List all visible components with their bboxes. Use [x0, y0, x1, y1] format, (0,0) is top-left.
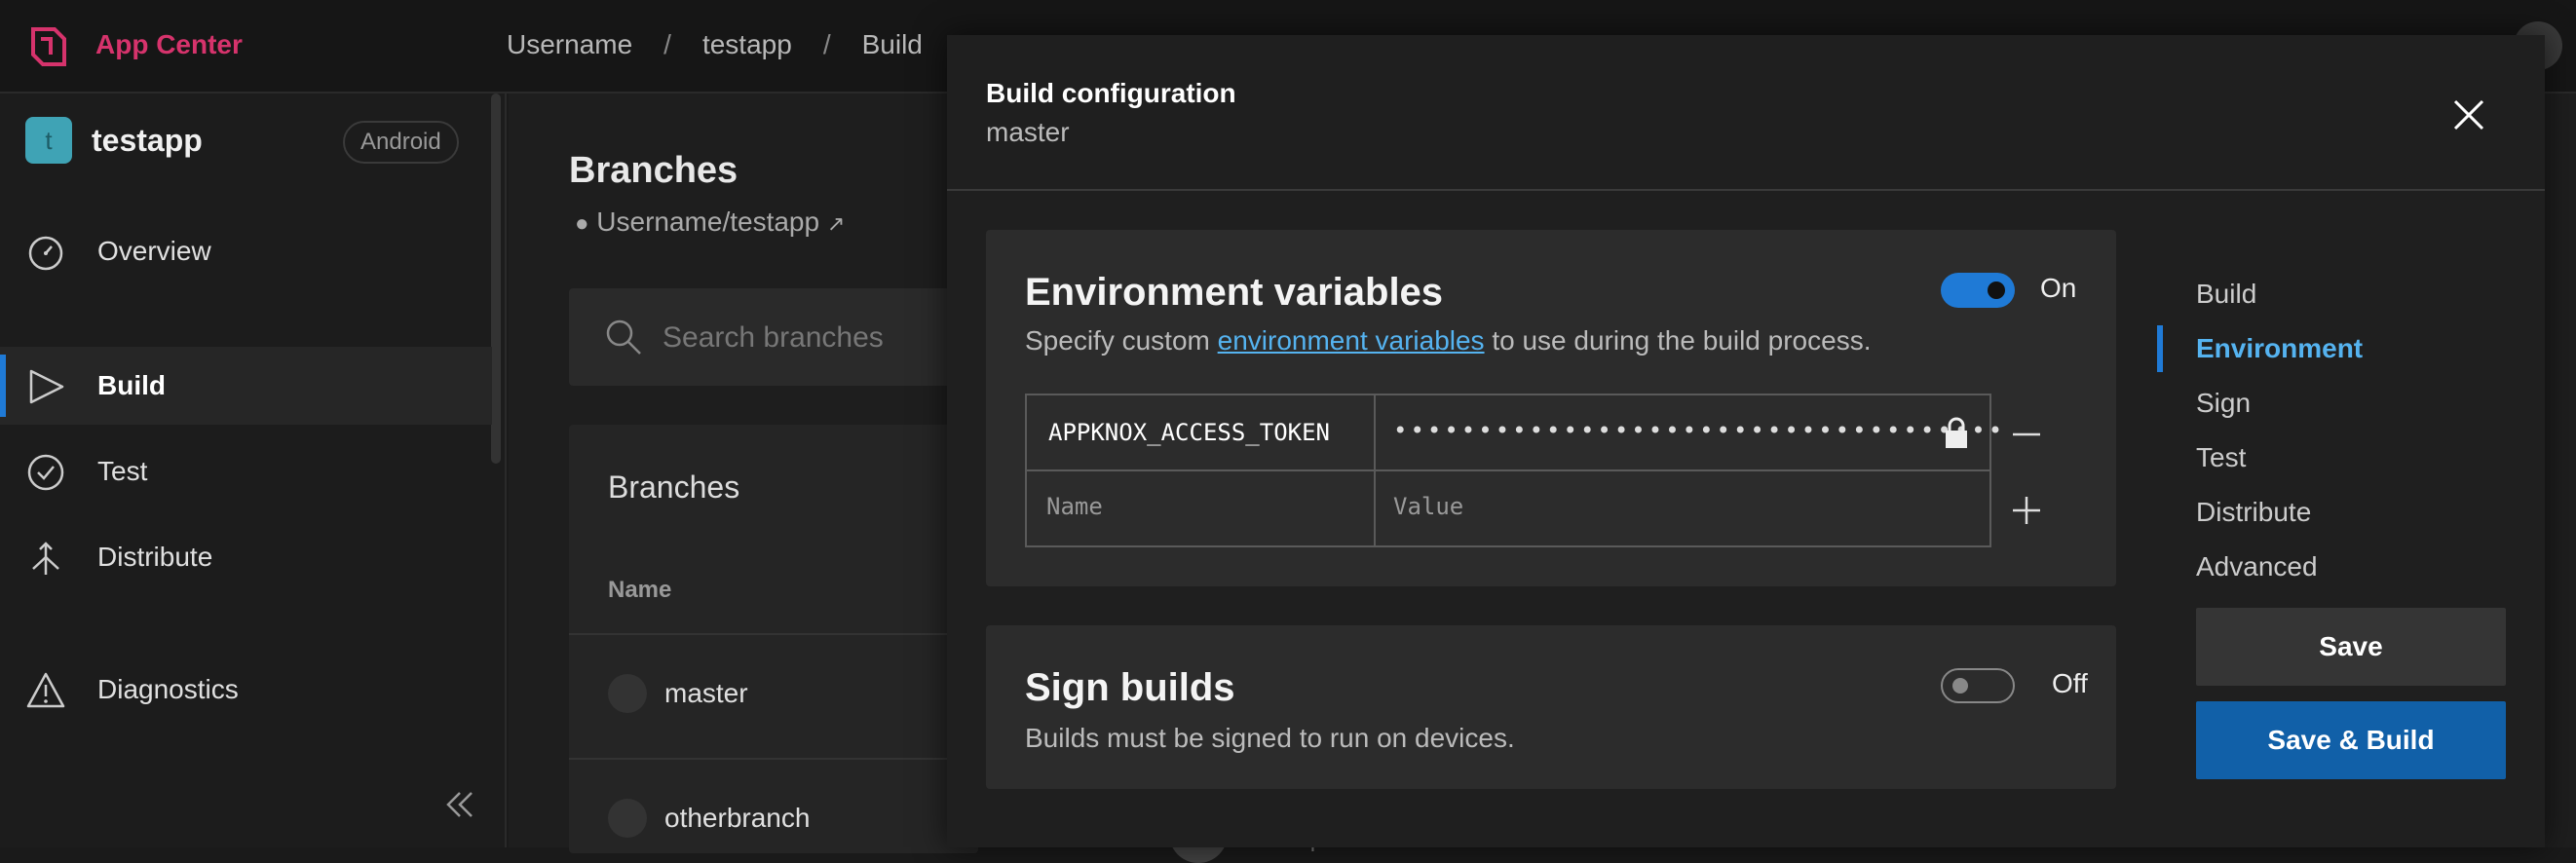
environment-variables-card: Environment variables On Specify custom … [986, 230, 2116, 586]
nav-distribute[interactable]: Distribute [2196, 497, 2311, 528]
external-link-icon: ↗ [826, 211, 846, 236]
sidebar-item-test[interactable]: Test [0, 432, 492, 510]
nav-environment[interactable]: Environment [2196, 333, 2363, 364]
env-variables-table: APPKNOX_ACCESS_TOKEN •••••••••••••••••••… [1025, 394, 2002, 547]
branch-name: master [664, 678, 748, 708]
sidebar-item-label: Build [97, 370, 166, 400]
branches-heading: Branches [608, 469, 740, 505]
sign-builds-toggle[interactable] [1941, 668, 2015, 703]
remove-variable-icon[interactable] [2007, 415, 2046, 454]
breadcrumb-username[interactable]: Username [507, 29, 632, 60]
environment-toggle-label: On [2040, 273, 2077, 303]
breadcrumb-separator: / [663, 29, 671, 59]
close-icon[interactable] [2447, 94, 2490, 136]
sidebar-item-label: Distribute [97, 542, 213, 572]
build-configuration-panel: Build configuration master Environment v… [947, 35, 2545, 847]
column-header-name[interactable]: Name [608, 577, 671, 604]
branch-row[interactable]: otherbranch [608, 799, 810, 838]
save-button[interactable]: Save [2196, 608, 2506, 686]
sidebar-item-label: Overview [97, 236, 211, 266]
toggle-knob [1952, 678, 1968, 694]
sidebar-item-label: Test [97, 456, 148, 486]
app-avatar: t [25, 117, 72, 164]
sidebar-item-build[interactable]: Build [0, 347, 492, 425]
branch-name: otherbranch [664, 803, 811, 833]
sign-builds-description: Builds must be signed to run on devices. [1025, 723, 1515, 753]
save-and-build-button[interactable]: Save & Build [2196, 701, 2506, 779]
nav-test[interactable]: Test [2196, 442, 2246, 473]
sidebar-item-distribute[interactable]: Distribute [0, 518, 492, 596]
sign-builds-toggle-label: Off [2052, 668, 2088, 698]
divider [569, 758, 978, 760]
branch-status-icon [608, 799, 647, 838]
env-name-field[interactable]: APPKNOX_ACCESS_TOKEN [1048, 419, 1330, 446]
breadcrumb-separator: / [822, 29, 831, 59]
sidebar-item-diagnostics[interactable]: Diagnostics [0, 651, 492, 729]
nav-sign[interactable]: Sign [2196, 388, 2251, 419]
warning-icon [26, 672, 65, 708]
distribute-icon [32, 542, 59, 575]
check-circle-icon [27, 454, 64, 491]
branch-status-icon [608, 674, 647, 713]
env-value-field[interactable]: •••••••••••••••••••••••••••••••••••• [1393, 417, 2005, 444]
sign-builds-heading: Sign builds [1025, 666, 1235, 709]
collapse-sidebar-icon[interactable] [440, 785, 479, 824]
repo-link[interactable]: ● Username/testapp ↗ [575, 206, 845, 238]
sidebar-scrollbar[interactable] [491, 94, 501, 464]
branch-row[interactable]: master [608, 674, 748, 713]
new-env-name-input[interactable]: Name [1046, 493, 1103, 520]
divider [569, 633, 978, 635]
environment-variables-link[interactable]: environment variables [1218, 325, 1485, 356]
breadcrumb-app[interactable]: testapp [702, 29, 792, 60]
sidebar-item-overview[interactable]: Overview [0, 212, 492, 290]
active-indicator [2157, 325, 2163, 372]
search-placeholder: Search branches [663, 321, 884, 354]
nav-build[interactable]: Build [2196, 279, 2256, 310]
lock-icon[interactable] [1943, 417, 1970, 450]
app-name: testapp [92, 123, 203, 158]
panel-subtitle: master [986, 117, 1070, 147]
divider [1027, 469, 1989, 471]
divider [947, 189, 2545, 191]
search-branches-input[interactable]: Search branches [569, 288, 978, 386]
app-center-logo-icon[interactable] [25, 23, 72, 70]
page-title: Branches [569, 150, 739, 191]
repo-name: Username/testapp [596, 206, 820, 237]
github-icon: ● [575, 210, 589, 237]
description-text: to use during the build process. [1484, 325, 1872, 356]
nav-advanced[interactable]: Advanced [2196, 551, 2318, 582]
toggle-knob [1988, 281, 2005, 299]
app-center-title[interactable]: App Center [95, 29, 243, 60]
sidebar-item-label: Diagnostics [97, 674, 239, 704]
platform-badge: Android [343, 121, 459, 164]
description-text: Specify custom [1025, 325, 1218, 356]
environment-toggle[interactable] [1941, 273, 2015, 308]
add-variable-icon[interactable] [2007, 491, 2046, 530]
app-header[interactable]: t testapp Android [25, 117, 474, 164]
new-env-value-input[interactable]: Value [1393, 493, 1463, 520]
environment-variables-heading: Environment variables [1025, 271, 1444, 314]
play-icon [29, 369, 64, 404]
dashboard-icon [28, 236, 63, 271]
search-icon [606, 319, 641, 355]
environment-description: Specify custom environment variables to … [1025, 325, 1871, 356]
sign-builds-card: Sign builds Off Builds must be signed to… [986, 625, 2116, 789]
panel-title: Build configuration [986, 78, 1236, 108]
breadcrumb: Username / testapp / Build [507, 29, 923, 60]
branches-card: Branches Name master otherbranch [569, 425, 978, 853]
breadcrumb-build[interactable]: Build [862, 29, 923, 60]
